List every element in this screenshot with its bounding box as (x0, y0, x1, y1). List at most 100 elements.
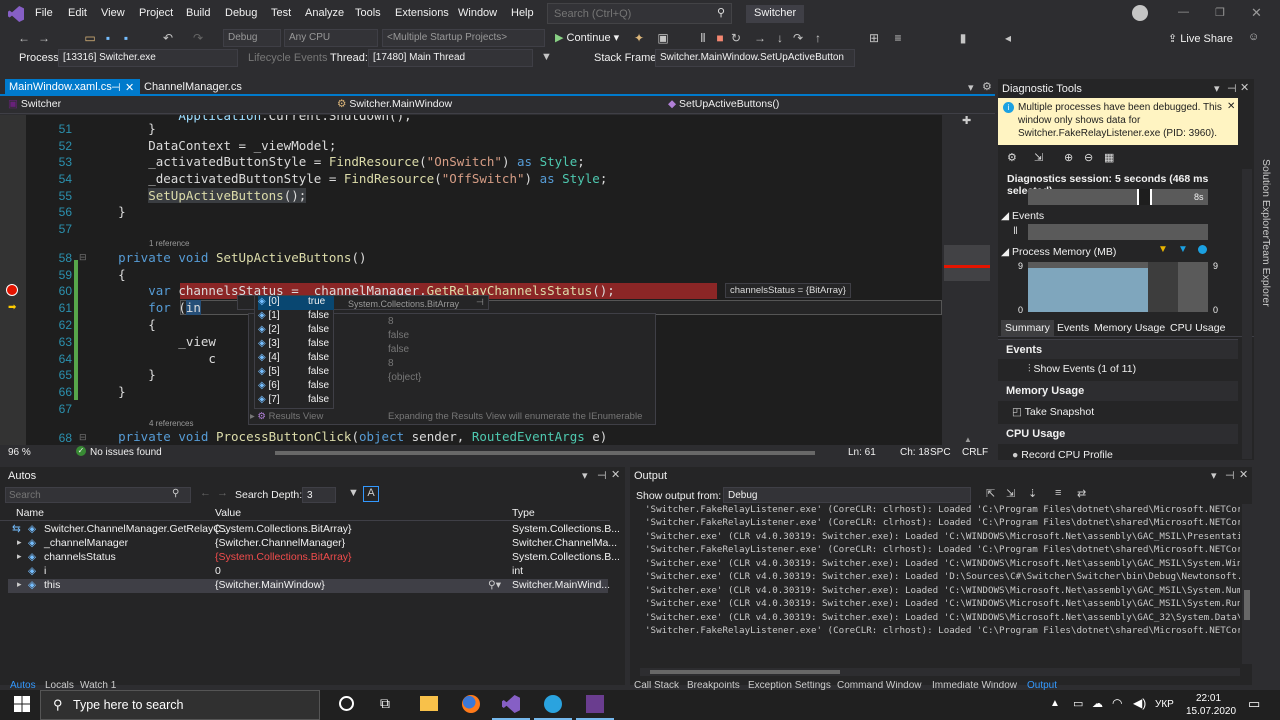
datatip-row[interactable]: ◈ [2] false (258, 324, 334, 338)
expand-arrow-icon[interactable]: ▸ (17, 537, 22, 548)
project-combo[interactable]: ▣ Switcher (8, 98, 332, 113)
maximize-icon[interactable]: ❐ (1215, 6, 1225, 19)
output-horizontal-scrollbar[interactable] (640, 668, 1240, 676)
editor-map-scrollbar[interactable]: ✚ ▲ (942, 115, 995, 445)
panel-menu-icon[interactable]: ▾ (582, 469, 588, 482)
config-dropdown[interactable]: Debug (223, 29, 281, 47)
codelens-references[interactable]: 1 reference (149, 239, 189, 248)
indicator-margin[interactable] (0, 115, 26, 445)
events-track[interactable] (1028, 224, 1208, 240)
show-events-link[interactable]: ⫶ Show Events (1 of 11) (1028, 363, 1136, 376)
memory-expander[interactable]: ◢ Process Memory (MB) (1001, 246, 1116, 258)
cortana-icon[interactable] (339, 696, 354, 711)
wifi-icon[interactable]: ◠ (1112, 696, 1122, 710)
minimize-icon[interactable]: — (1178, 6, 1189, 18)
close-panel-icon[interactable]: ✕ (1240, 81, 1249, 94)
menu-test[interactable]: Test (271, 7, 291, 19)
stackframe-dropdown[interactable]: Switcher.MainWindow.SetUpActiveButton (655, 49, 855, 67)
menu-project[interactable]: Project (139, 7, 173, 19)
datatip-row[interactable]: ◈ [4] false (258, 352, 334, 366)
diagnostic-icon[interactable]: ▣ (655, 30, 671, 46)
menu-build[interactable]: Build (186, 7, 210, 19)
language-indicator[interactable]: УКР (1155, 699, 1174, 710)
thread-dropdown[interactable]: [17480] Main Thread (368, 49, 533, 67)
member-combo[interactable]: ◆ SetUpActiveButtons() (668, 98, 992, 113)
menu-tools[interactable]: Tools (355, 7, 381, 19)
table-row[interactable]: ▸ ◈ this {Switcher.MainWindow} ⚲▾ Switch… (8, 579, 610, 593)
side-tab-solution-explorer[interactable]: Solution Explorer (1260, 159, 1272, 239)
undo-icon[interactable]: ↶ (160, 30, 176, 46)
visual-studio-icon[interactable] (502, 695, 520, 713)
pin-datatip-icon[interactable]: ⊣ (476, 297, 484, 308)
save-all-icon[interactable]: ▪ (118, 30, 134, 46)
scroll-thumb[interactable] (650, 670, 840, 674)
threads-icon[interactable]: ≡ (890, 30, 906, 46)
pin-icon[interactable]: ⊣ (597, 469, 607, 482)
pin-icon[interactable]: ⊣ (111, 81, 121, 94)
prev-message-icon[interactable]: ⇲ (1006, 487, 1015, 500)
platform-dropdown[interactable]: Any CPU (284, 29, 378, 47)
fire-icon[interactable]: ✦ (631, 30, 647, 46)
expand-arrow-icon[interactable]: ▸ (17, 579, 22, 590)
live-share-button[interactable]: ⇪ Live Share (1168, 32, 1233, 45)
menu-file[interactable]: File (35, 7, 53, 19)
diag-tab-events[interactable]: Events (1057, 322, 1089, 334)
volume-icon[interactable]: ◀) (1133, 696, 1146, 710)
scroll-up-icon[interactable]: ▲ (964, 435, 972, 444)
datatip-row[interactable]: ◈ [0] true (258, 296, 334, 310)
settings-icon[interactable]: ⚙ (1007, 151, 1017, 164)
col-name[interactable]: Name (16, 507, 44, 519)
diag-tab-summary[interactable]: Summary (1001, 320, 1054, 336)
tab-channelmanager[interactable]: ChannelManager.cs (140, 79, 242, 96)
breakpoint-icon[interactable] (6, 284, 18, 296)
events-expander[interactable]: ◢ Events (1001, 210, 1044, 222)
menu-extensions[interactable]: Extensions (395, 7, 449, 19)
tab-watch[interactable]: Watch 1 (80, 681, 116, 690)
datatip-row[interactable]: ◈ [7] false (258, 394, 334, 408)
bookmark-prev-icon[interactable]: ◂ (1000, 30, 1016, 46)
save-icon[interactable]: ▪ (100, 30, 116, 46)
table-row[interactable]: ▸ ◈ _channelManager {Switcher.ChannelMan… (8, 537, 617, 551)
telegram-icon[interactable] (544, 695, 562, 713)
back-icon[interactable]: ← (16, 30, 32, 46)
step-into-icon[interactable]: ↓ (772, 30, 788, 46)
inline-datatip[interactable]: channelsStatus = {BitArray} (725, 283, 851, 298)
filter-icon[interactable]: ▼ (541, 51, 552, 63)
text-format-icon[interactable]: A (363, 486, 379, 502)
take-snapshot-button[interactable]: ◰ Take Snapshot (1012, 406, 1094, 418)
settings-icon[interactable]: ⚙ (982, 80, 992, 93)
col-type[interactable]: Type (512, 507, 535, 519)
diag-scrollbar[interactable] (1242, 169, 1252, 459)
find-message-icon[interactable]: ⇱ (986, 487, 995, 500)
code-editor[interactable]: ➡ 51 52 53 54 55 56 57 58 59 60 61 62 63… (0, 115, 995, 445)
tab-exception-settings[interactable]: Exception Settings (748, 681, 831, 690)
add-split-icon[interactable]: ✚ (962, 115, 971, 127)
show-next-statement-icon[interactable]: → (752, 30, 768, 46)
datatip-row[interactable]: ◈ [1] false (258, 310, 334, 324)
taskbar-search-box[interactable]: ⚲ Type here to search (40, 690, 320, 720)
windows-start-icon[interactable] (14, 696, 30, 712)
pin-icon[interactable]: ⊣ (1227, 82, 1237, 95)
account-icon[interactable] (1132, 5, 1148, 21)
datatip-row[interactable]: ◈ [6] false (258, 380, 334, 394)
panel-menu-icon[interactable]: ▾ (1214, 82, 1220, 95)
step-out-icon[interactable]: ↑ (810, 30, 826, 46)
pin-icon[interactable]: ⊣ (1225, 469, 1235, 482)
clock-time[interactable]: 22:01 (1196, 693, 1221, 704)
table-row[interactable]: ▸ ◈ channelsStatus {System.Collections.B… (8, 551, 620, 565)
scroll-thumb[interactable] (1244, 590, 1250, 620)
network-icon[interactable]: ▭ (1073, 697, 1083, 710)
redo-icon[interactable]: ↷ (190, 30, 206, 46)
search-input[interactable] (548, 4, 698, 23)
horizontal-scrollbar[interactable] (275, 451, 815, 455)
close-window-icon[interactable]: ✕ (1251, 5, 1262, 21)
reset-view-icon[interactable]: ▦ (1104, 151, 1114, 164)
terminal-icon[interactable] (586, 695, 604, 713)
close-info-icon[interactable]: ✕ (1227, 100, 1235, 113)
tab-breakpoints[interactable]: Breakpoints (687, 681, 740, 690)
close-panel-icon[interactable]: ✕ (1239, 468, 1248, 481)
chevron-up-icon[interactable]: ▲ (1050, 698, 1060, 709)
close-panel-icon[interactable]: ✕ (611, 468, 620, 481)
record-cpu-button[interactable]: ● Record CPU Profile (1012, 449, 1113, 461)
output-text[interactable]: 'Switcher.FakeRelayListener.exe' (CoreCL… (630, 504, 1240, 664)
